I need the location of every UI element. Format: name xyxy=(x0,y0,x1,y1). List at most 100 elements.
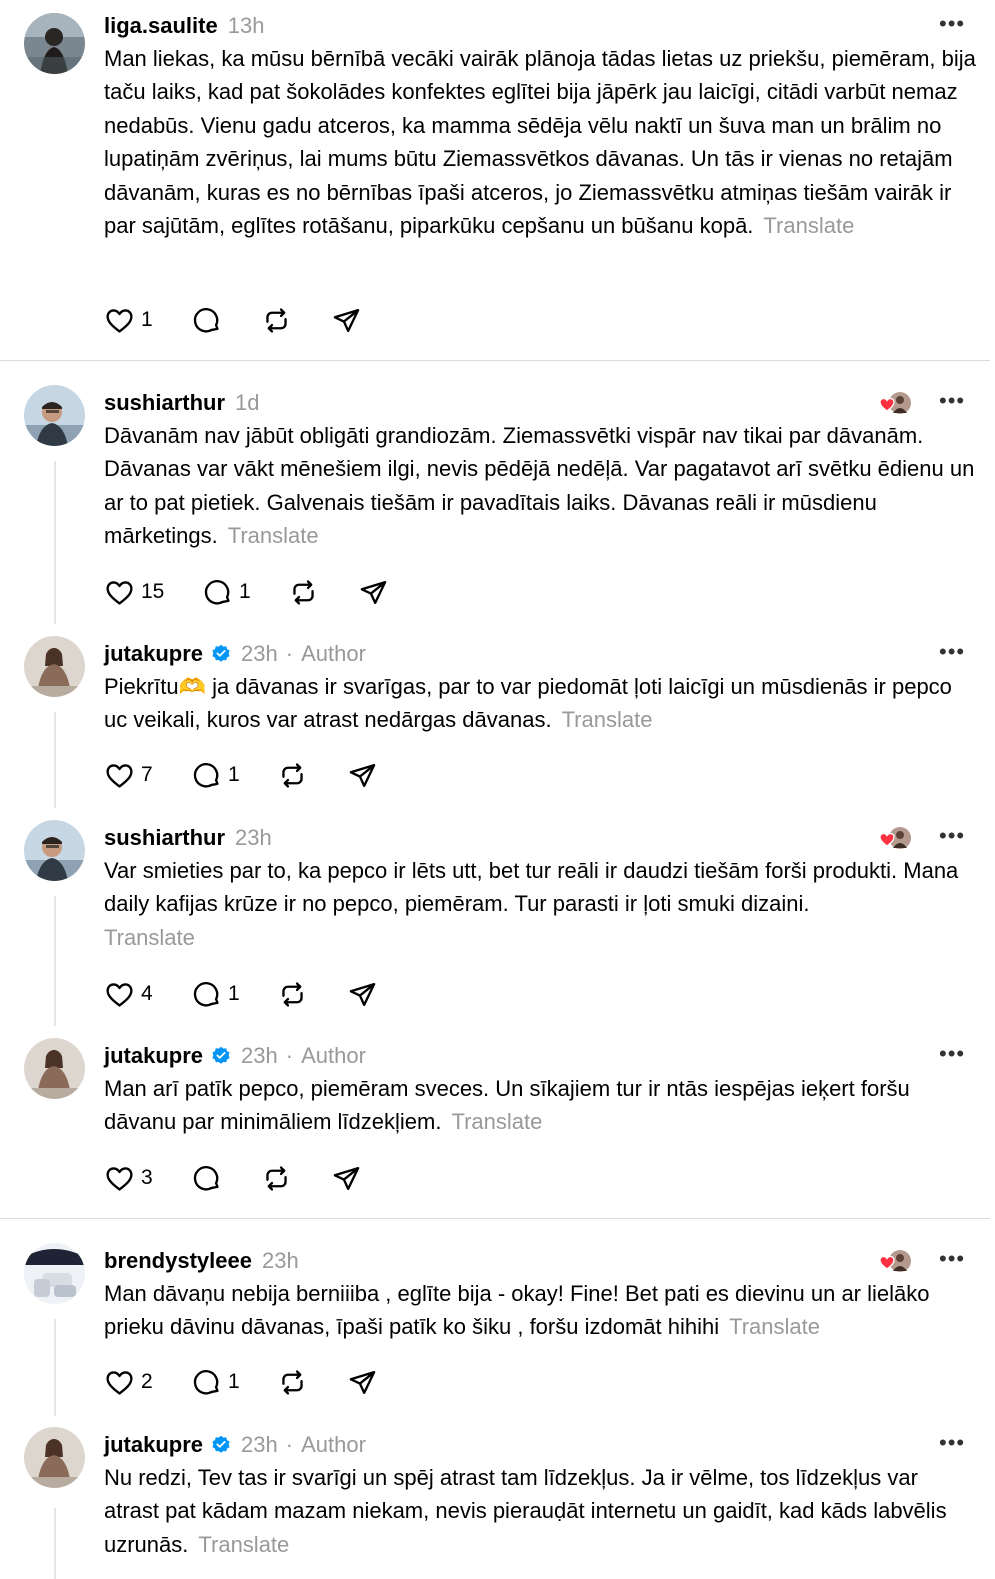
timestamp[interactable]: 13h xyxy=(228,13,265,39)
share-button[interactable] xyxy=(331,1161,371,1195)
post: jutakupre 23h · Author ••• Man arī patīk… xyxy=(0,1030,995,1218)
avatar[interactable] xyxy=(24,1427,85,1488)
send-icon xyxy=(349,763,376,787)
like-count: 3 xyxy=(141,1166,153,1189)
translate-link[interactable]: Translate xyxy=(198,1532,289,1557)
timestamp[interactable]: 23h xyxy=(241,1432,278,1458)
post: sushiarthur 1d ••• Dāvanām nav jābūt obl… xyxy=(0,377,995,629)
verified-badge-icon xyxy=(212,1046,230,1064)
avatar[interactable] xyxy=(24,1038,85,1099)
username[interactable]: jutakupre xyxy=(104,1432,203,1458)
post-body: Man liekas, ka mūsu bērnībā vecāki vairā… xyxy=(104,46,976,239)
post-text: Man dāvaņu nebija berniiiba , eglīte bij… xyxy=(104,1277,976,1344)
like-count: 15 xyxy=(141,580,165,603)
liked-by-author-badge xyxy=(879,824,913,852)
username[interactable]: jutakupre xyxy=(104,641,203,667)
avatar[interactable] xyxy=(24,13,85,74)
heart-icon xyxy=(106,763,133,788)
timestamp[interactable]: 23h xyxy=(235,825,272,851)
reply-count: 1 xyxy=(239,580,251,603)
liked-by-author-badge xyxy=(879,389,913,417)
share-button[interactable] xyxy=(358,575,398,609)
action-bar: 2 1 xyxy=(104,1365,387,1399)
username[interactable]: liga.saulite xyxy=(104,13,218,39)
like-count: 4 xyxy=(141,982,153,1005)
share-button[interactable] xyxy=(347,977,387,1011)
username[interactable]: brendystyleee xyxy=(104,1248,252,1274)
share-button[interactable] xyxy=(347,758,387,792)
more-options-icon[interactable]: ••• xyxy=(939,641,965,666)
share-button[interactable] xyxy=(331,303,371,337)
timestamp[interactable]: 23h xyxy=(262,1248,299,1274)
share-button[interactable] xyxy=(347,1365,387,1399)
more-options-icon[interactable]: ••• xyxy=(939,1432,965,1457)
more-options-icon[interactable]: ••• xyxy=(939,13,965,38)
like-button[interactable]: 4 xyxy=(104,977,191,1011)
verified-badge-icon xyxy=(212,1435,230,1453)
translate-link[interactable]: Translate xyxy=(104,921,970,954)
post: brendystyleee 23h ••• Man dāvaņu nebija … xyxy=(0,1235,995,1419)
like-button[interactable]: 7 xyxy=(104,758,191,792)
like-button[interactable]: 3 xyxy=(104,1161,191,1195)
username[interactable]: jutakupre xyxy=(104,1043,203,1069)
send-icon xyxy=(333,1166,360,1190)
comment-icon xyxy=(193,1165,219,1191)
reply-button[interactable]: 1 xyxy=(191,977,277,1011)
like-count: 1 xyxy=(141,308,153,331)
repost-button[interactable] xyxy=(261,1161,331,1195)
repost-icon xyxy=(282,981,303,1007)
repost-button[interactable] xyxy=(277,977,347,1011)
like-button[interactable]: 1 xyxy=(104,303,191,337)
reply-button[interactable]: 1 xyxy=(191,1365,277,1399)
like-button[interactable]: 2 xyxy=(104,1365,191,1399)
reply-count: 1 xyxy=(228,763,240,786)
username[interactable]: sushiarthur xyxy=(104,825,225,851)
avatar[interactable] xyxy=(24,1243,85,1304)
reply-count: 1 xyxy=(228,982,240,1005)
more-options-icon[interactable]: ••• xyxy=(939,1248,965,1273)
translate-link[interactable]: Translate xyxy=(228,523,319,548)
comment-icon xyxy=(193,307,219,333)
send-icon xyxy=(333,308,360,332)
comment-icon xyxy=(193,762,219,788)
translate-link[interactable]: Translate xyxy=(763,213,854,238)
avatar[interactable] xyxy=(24,385,85,446)
timestamp[interactable]: 23h xyxy=(241,1043,278,1069)
separator-dot: · xyxy=(285,1432,294,1457)
post-text: Man liekas, ka mūsu bērnībā vecāki vairā… xyxy=(104,42,976,242)
action-bar: 7 1 xyxy=(104,758,387,792)
action-bar: 3 xyxy=(104,1161,371,1195)
action-bar: 15 1 xyxy=(104,575,398,609)
translate-link[interactable]: Translate xyxy=(729,1314,820,1339)
avatar[interactable] xyxy=(24,820,85,881)
more-options-icon[interactable]: ••• xyxy=(939,1043,965,1068)
action-bar: 1 xyxy=(104,303,371,337)
reply-button[interactable]: 1 xyxy=(191,758,277,792)
like-count: 7 xyxy=(141,763,153,786)
like-button[interactable]: 15 xyxy=(104,575,202,609)
comment-icon xyxy=(193,1369,219,1395)
divider xyxy=(0,1218,990,1219)
username[interactable]: sushiarthur xyxy=(104,390,225,416)
reply-button[interactable]: 1 xyxy=(202,575,288,609)
avatar[interactable] xyxy=(24,636,85,697)
repost-button[interactable] xyxy=(288,575,358,609)
author-label: Author xyxy=(301,1432,366,1457)
repost-button[interactable] xyxy=(277,1365,347,1399)
send-icon xyxy=(349,982,376,1006)
heart-icon xyxy=(106,1166,133,1191)
reply-count: 1 xyxy=(228,1370,240,1393)
divider xyxy=(0,360,990,361)
repost-button[interactable] xyxy=(277,758,347,792)
reply-button[interactable] xyxy=(191,1161,261,1195)
timestamp[interactable]: 1d xyxy=(235,390,259,416)
more-options-icon[interactable]: ••• xyxy=(939,390,965,415)
translate-link[interactable]: Translate xyxy=(451,1109,542,1134)
post-text: Man arī patīk pepco, piemēram sveces. Un… xyxy=(104,1072,976,1139)
more-options-icon[interactable]: ••• xyxy=(939,825,965,850)
translate-link[interactable]: Translate xyxy=(562,707,653,732)
reply-button[interactable] xyxy=(191,303,261,337)
timestamp[interactable]: 23h xyxy=(241,641,278,667)
repost-button[interactable] xyxy=(261,303,331,337)
verified-badge-icon xyxy=(212,644,230,662)
